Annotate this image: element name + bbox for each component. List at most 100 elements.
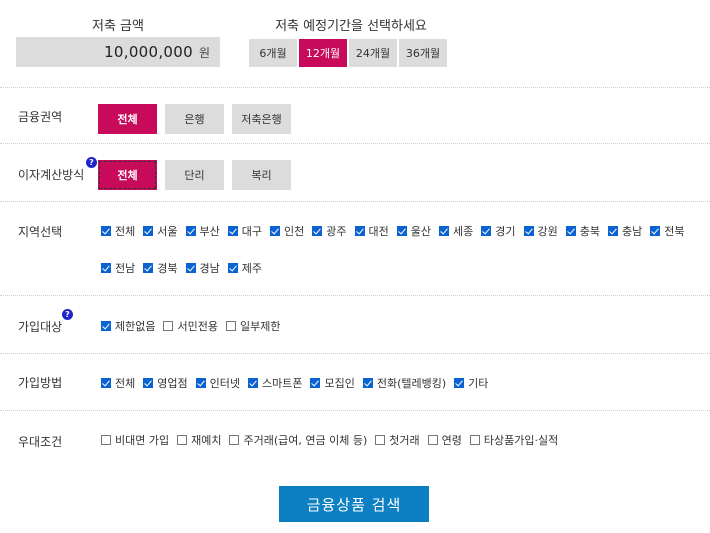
region-option-gwangju[interactable]: 광주 — [312, 223, 347, 239]
checkbox[interactable] — [608, 226, 618, 236]
period-24m-button[interactable]: 24개월 — [349, 39, 397, 67]
region-option-incheon[interactable]: 인천 — [270, 223, 304, 239]
checkbox[interactable] — [375, 435, 386, 445]
region-option-gyeongbuk[interactable]: 경북 — [143, 260, 178, 276]
checkbox[interactable] — [163, 321, 174, 331]
checkbox[interactable] — [195, 378, 206, 388]
interest-compound-button[interactable]: 복리 — [232, 160, 291, 190]
checkbox[interactable] — [248, 378, 258, 388]
checkbox[interactable] — [310, 378, 321, 388]
method-option-smartphone[interactable]: 스마트폰 — [248, 375, 302, 391]
region-option-gyeongnam[interactable]: 경남 — [185, 260, 220, 276]
checkbox[interactable] — [650, 226, 661, 236]
benefit-option-age[interactable]: 연령 — [427, 432, 462, 448]
region-option-seoul[interactable]: 서울 — [143, 223, 178, 239]
region-option-all[interactable]: 전체 — [101, 223, 135, 239]
benefit-options: 비대면 가입 재예치 주거래(급여, 연금 이체 등) 첫거래 연령 타상품가입… — [101, 432, 566, 448]
sector-bank-button[interactable]: 은행 — [165, 104, 224, 134]
checkbox[interactable] — [101, 321, 111, 331]
method-option-other[interactable]: 기타 — [454, 375, 488, 391]
method-option-all[interactable]: 전체 — [101, 375, 135, 391]
sector-all-button[interactable]: 전체 — [98, 104, 157, 134]
option-label: 스마트폰 — [262, 377, 303, 390]
checkbox[interactable] — [143, 263, 154, 273]
benefit-label: 우대조건 — [18, 435, 63, 449]
region-option-busan[interactable]: 부산 — [185, 223, 220, 239]
region-option-jeonbuk[interactable]: 전북 — [650, 223, 685, 239]
interest-simple-button[interactable]: 단리 — [165, 160, 224, 190]
checkbox[interactable] — [177, 435, 188, 445]
interest-row: 이자계산방식 ? 전체 단리 복리 — [0, 143, 710, 201]
sector-savings-bank-button[interactable]: 저축은행 — [232, 104, 291, 134]
region-option-chungbuk[interactable]: 충북 — [565, 223, 600, 239]
amount-unit: 원 — [198, 45, 210, 60]
checkbox[interactable] — [396, 226, 407, 236]
checkbox[interactable] — [427, 435, 438, 445]
method-option-branch[interactable]: 영업점 — [143, 375, 188, 391]
search-button[interactable]: 금융상품 검색 — [279, 486, 429, 522]
region-option-daejeon[interactable]: 대전 — [354, 223, 389, 239]
benefit-option-main-bank[interactable]: 주거래(급여, 연금 이체 등) — [229, 432, 367, 448]
option-label: 충북 — [579, 225, 600, 238]
benefit-option-non-face[interactable]: 비대면 가입 — [101, 432, 169, 448]
checkbox[interactable] — [143, 226, 154, 236]
benefit-option-other-product[interactable]: 타상품가입·실적 — [469, 432, 558, 448]
period-36m-button[interactable]: 36개월 — [399, 39, 447, 67]
checkbox[interactable] — [101, 378, 111, 388]
period-label: 저축 예정기간을 선택하세요 — [275, 19, 427, 34]
checkbox[interactable] — [565, 226, 576, 236]
help-icon[interactable]: ? — [62, 309, 73, 320]
option-label: 전화(텔레뱅킹) — [376, 377, 447, 390]
amount-input[interactable]: 10,000,000 원 — [16, 37, 220, 67]
region-option-jeju[interactable]: 제주 — [227, 260, 262, 276]
checkbox[interactable] — [185, 226, 196, 236]
region-option-jeonnam[interactable]: 전남 — [101, 260, 135, 276]
checkbox[interactable] — [227, 263, 238, 273]
option-label: 전북 — [664, 225, 685, 238]
checkbox[interactable] — [362, 378, 373, 388]
checkbox[interactable] — [225, 321, 236, 331]
period-6m-button[interactable]: 6개월 — [249, 39, 297, 67]
checkbox[interactable] — [227, 226, 238, 236]
benefit-option-first-deal[interactable]: 첫거래 — [375, 432, 420, 448]
method-option-agent[interactable]: 모집인 — [310, 375, 355, 391]
region-option-gangwon[interactable]: 강원 — [523, 223, 558, 239]
option-label: 재예치 — [191, 434, 222, 447]
method-option-phone[interactable]: 전화(텔레뱅킹) — [362, 375, 447, 391]
interest-label: 이자계산방식 — [18, 168, 85, 182]
option-label: 경기 — [495, 225, 516, 238]
checkbox[interactable] — [101, 263, 111, 273]
checkbox[interactable] — [101, 435, 111, 445]
benefit-option-redeposit[interactable]: 재예치 — [177, 432, 221, 448]
checkbox[interactable] — [469, 435, 480, 445]
option-label: 모집인 — [324, 377, 355, 390]
checkbox[interactable] — [354, 226, 365, 236]
checkbox[interactable] — [454, 378, 465, 388]
target-option-partial[interactable]: 일부제한 — [225, 318, 280, 334]
checkbox[interactable] — [523, 226, 534, 236]
period-12m-button[interactable]: 12개월 — [299, 39, 347, 67]
checkbox[interactable] — [312, 226, 323, 236]
region-option-gyeonggi[interactable]: 경기 — [481, 223, 516, 239]
option-label: 대구 — [241, 225, 262, 238]
target-option-unrestricted[interactable]: 제한없음 — [101, 318, 155, 334]
option-label: 제주 — [241, 262, 262, 275]
checkbox[interactable] — [439, 226, 449, 236]
option-label: 울산 — [410, 225, 431, 238]
checkbox[interactable] — [101, 226, 111, 236]
checkbox[interactable] — [185, 263, 196, 273]
help-icon[interactable]: ? — [86, 157, 97, 168]
target-option-low-income[interactable]: 서민전용 — [163, 318, 218, 334]
option-label: 부산 — [199, 225, 220, 238]
checkbox[interactable] — [229, 435, 240, 445]
region-option-chungnam[interactable]: 충남 — [608, 223, 642, 239]
region-option-sejong[interactable]: 세종 — [439, 223, 473, 239]
checkbox[interactable] — [143, 378, 154, 388]
checkbox[interactable] — [270, 226, 280, 236]
method-option-internet[interactable]: 인터넷 — [195, 375, 240, 391]
checkbox[interactable] — [481, 226, 492, 236]
region-option-daegu[interactable]: 대구 — [227, 223, 262, 239]
region-option-ulsan[interactable]: 울산 — [396, 223, 431, 239]
interest-all-button[interactable]: 전체 — [98, 160, 157, 190]
option-label: 비대면 가입 — [115, 434, 170, 447]
